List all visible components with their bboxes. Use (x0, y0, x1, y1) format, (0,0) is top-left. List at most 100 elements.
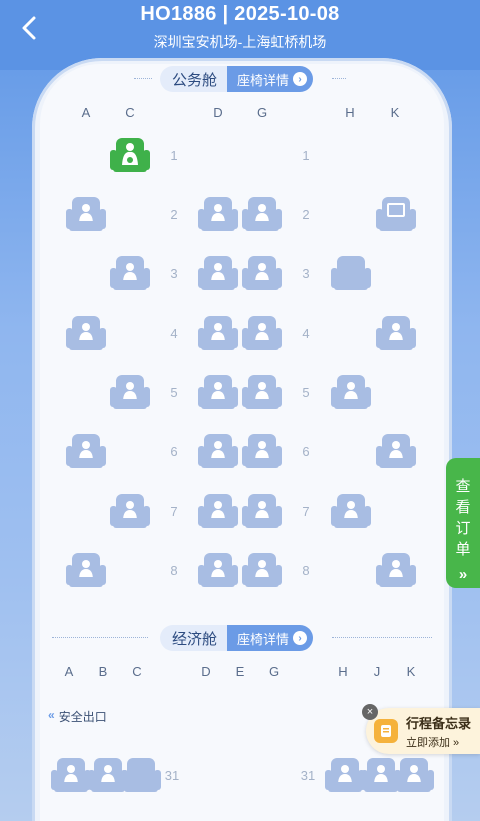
occupied-seat-icon (242, 197, 282, 231)
row-number: 5 (302, 385, 310, 400)
seat-7C[interactable] (109, 492, 151, 530)
row-number: 1 (170, 148, 178, 163)
memo-title: 行程备忘录 (406, 715, 472, 731)
row-number: 6 (170, 444, 178, 459)
seat-2K[interactable] (375, 195, 417, 233)
occupied-seat-icon (198, 197, 238, 231)
row-number: 8 (170, 563, 178, 578)
seat-5D[interactable] (197, 373, 239, 411)
occupied-seat-icon (242, 375, 282, 409)
seat-31A[interactable] (50, 756, 92, 794)
seat-31C[interactable] (120, 756, 162, 794)
seat-31K[interactable] (393, 756, 435, 794)
seat-3D[interactable] (197, 254, 239, 292)
column-letter: G (268, 664, 280, 679)
occupied-seat-icon (198, 494, 238, 528)
memo-icon (374, 719, 398, 743)
safety-exit-label: 安全出口 (58, 710, 107, 724)
row-number: 6 (302, 444, 310, 459)
seat-8D[interactable] (197, 551, 239, 589)
row-number: 2 (170, 207, 178, 222)
economy-cabin-header: 经济舱 座椅详情 › (160, 625, 314, 651)
seat-6K[interactable] (375, 432, 417, 470)
occupied-seat-icon (198, 553, 238, 587)
row-number: 3 (302, 266, 310, 281)
occupied-seat-icon (331, 375, 371, 409)
available-seat-icon (121, 758, 161, 792)
selected-seat-icon (110, 138, 150, 172)
seat-3G[interactable] (241, 254, 283, 292)
view-order-char: 订 (455, 520, 471, 537)
seat-4A[interactable] (65, 314, 107, 352)
seat-5C[interactable] (109, 373, 151, 411)
column-letter: A (81, 105, 91, 120)
memo-add-link[interactable]: 立即添加 » (406, 734, 471, 750)
chevron-right-icon: › (293, 631, 308, 645)
seat-2D[interactable] (197, 195, 239, 233)
itinerary-memo-widget[interactable]: × 行程备忘录 立即添加 » (362, 704, 480, 754)
seat-5H[interactable] (330, 373, 372, 411)
seat-5G[interactable] (241, 373, 283, 411)
occupied-seat-icon (66, 316, 106, 350)
occupied-seat-icon (198, 434, 238, 468)
seat-6A[interactable] (65, 432, 107, 470)
occupied-seat-icon (242, 434, 282, 468)
seat-2G[interactable] (241, 195, 283, 233)
close-icon[interactable]: × (362, 704, 378, 720)
column-letter: E (235, 664, 245, 679)
column-letter: H (345, 105, 355, 120)
occupied-seat-icon (376, 434, 416, 468)
view-order-char: 看 (455, 499, 471, 516)
double-chevron-left-icon: « (48, 708, 55, 722)
economy-cabin-label: 经济舱 (160, 625, 228, 651)
seat-7G[interactable] (241, 492, 283, 530)
column-letter: C (132, 664, 142, 679)
row-number: 4 (302, 326, 310, 341)
divider-dots (332, 78, 346, 79)
view-order-char: 查 (455, 478, 471, 495)
seat-6G[interactable] (241, 432, 283, 470)
column-letter: D (201, 664, 211, 679)
seat-8K[interactable] (375, 551, 417, 589)
row-number: 2 (302, 207, 310, 222)
row-number: 7 (170, 504, 178, 519)
seat-4D[interactable] (197, 314, 239, 352)
column-letter: C (125, 105, 135, 120)
double-chevron-right-icon: » (458, 566, 468, 583)
seat-6D[interactable] (197, 432, 239, 470)
seat-4K[interactable] (375, 314, 417, 352)
seat-3H[interactable] (330, 254, 372, 292)
column-letter: A (64, 664, 74, 679)
column-letter: D (213, 105, 223, 120)
occupied-seat-icon (242, 316, 282, 350)
divider-dots (332, 637, 432, 638)
seat-8G[interactable] (241, 551, 283, 589)
view-order-tab[interactable]: 查 看 订 单 » (446, 458, 480, 588)
occupied-seat-icon (198, 256, 238, 290)
seat-3C[interactable] (109, 254, 151, 292)
seat-8A[interactable] (65, 551, 107, 589)
seat-4G[interactable] (241, 314, 283, 352)
column-letter: H (338, 664, 348, 679)
column-letter: J (373, 664, 381, 679)
seat-1C[interactable] (109, 136, 151, 174)
business-seat-detail-button[interactable]: 座椅详情 › (227, 66, 314, 92)
economy-seat-detail-button[interactable]: 座椅详情 › (227, 625, 314, 651)
occupied-seat-icon (110, 494, 150, 528)
occupied-seat-icon (51, 758, 91, 792)
occupied-seat-icon (394, 758, 434, 792)
seat-7D[interactable] (197, 492, 239, 530)
business-cabin-label: 公务舱 (160, 66, 228, 92)
occupied-seat-icon (66, 434, 106, 468)
divider-dots (134, 78, 152, 79)
column-letter: G (256, 105, 268, 120)
safety-exit-marker: « 安全出口 (48, 708, 107, 725)
seat-7H[interactable] (330, 492, 372, 530)
flight-route: 深圳宝安机场-上海虹桥机场 (153, 34, 327, 50)
row-number: 1 (302, 148, 310, 163)
view-order-char: 单 (455, 541, 471, 558)
row-number: 31 (300, 768, 316, 783)
occupied-seat-icon (66, 553, 106, 587)
seat-2A[interactable] (65, 195, 107, 233)
occupied-seat-icon (331, 494, 371, 528)
